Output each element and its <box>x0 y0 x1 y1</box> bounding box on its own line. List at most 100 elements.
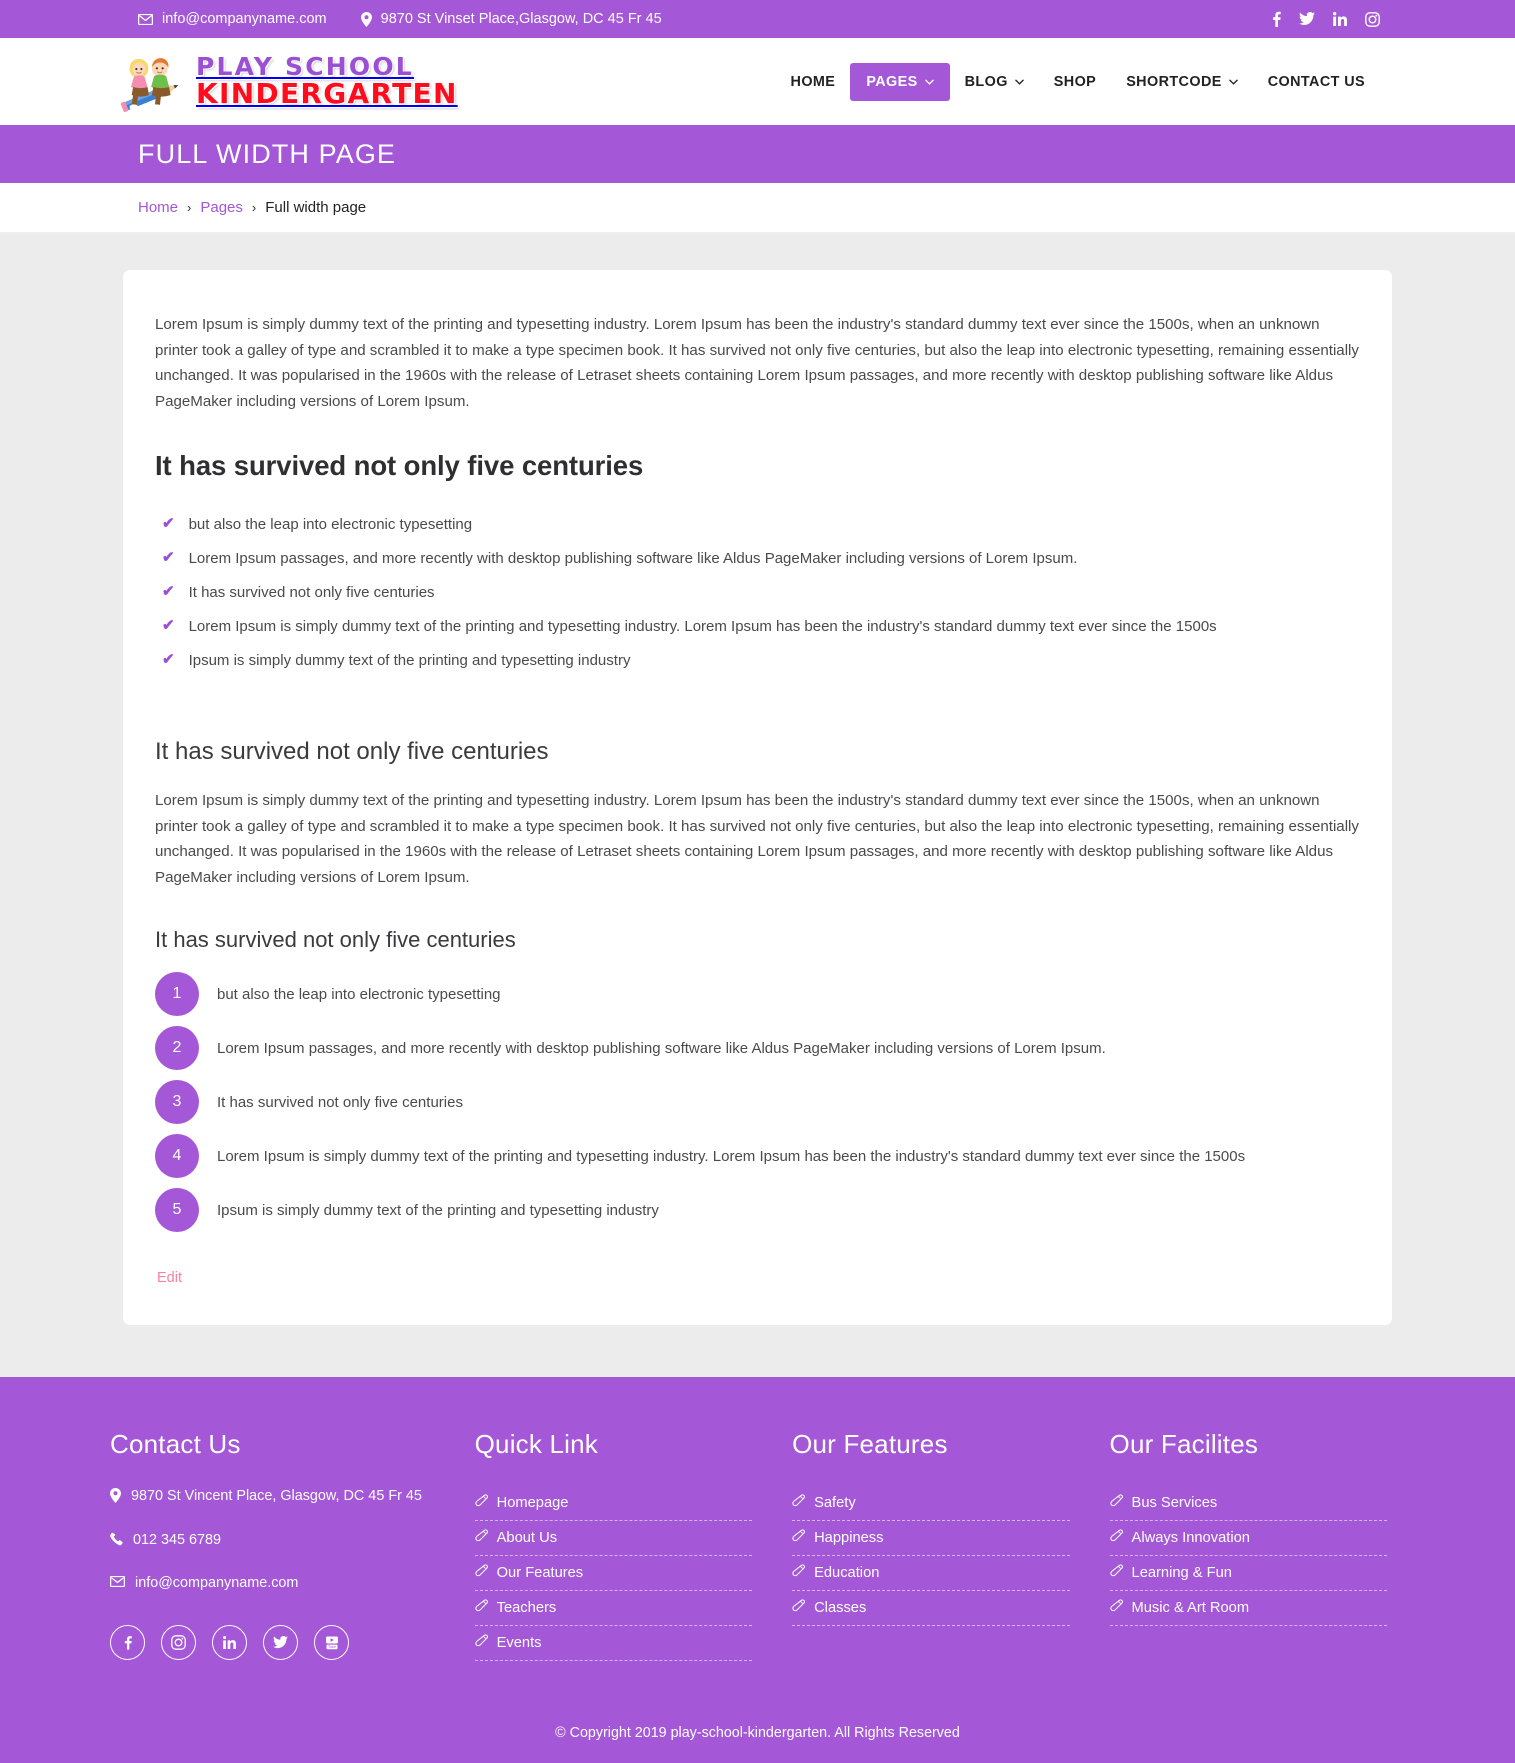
pencil-icon <box>792 1529 806 1546</box>
instagram-icon[interactable] <box>161 1625 196 1660</box>
footer-link-text: Music & Art Room <box>1131 1599 1250 1616</box>
footer-link-classes[interactable]: Classes <box>792 1591 1069 1625</box>
list-item-text: but also the leap into electronic typese… <box>217 985 501 1003</box>
list-item: ✔ Ipsum is simply dummy text of the prin… <box>155 644 1360 678</box>
footer-link-homepage[interactable]: Homepage <box>475 1486 752 1520</box>
facebook-icon[interactable] <box>1272 11 1281 27</box>
list-item-text: but also the leap into electronic typese… <box>188 516 473 533</box>
top-bar-social-links <box>1272 11 1380 27</box>
site-header: PLAY SCHOOL KINDERGARTEN HOME PAGES BLOG… <box>0 38 1515 125</box>
footer-link-text: Events <box>496 1634 542 1651</box>
breadcrumb-separator-icon: › <box>251 200 257 215</box>
pencil-icon <box>475 1564 488 1581</box>
nav-label-home: HOME <box>790 73 836 90</box>
footer-link-education[interactable]: Education <box>792 1556 1069 1590</box>
nav-item-contact-us[interactable]: CONTACT US <box>1253 64 1380 100</box>
nav-item-pages[interactable]: PAGES <box>850 62 950 101</box>
instagram-icon[interactable] <box>1365 11 1380 27</box>
list-item: Always Innovation <box>1109 1521 1387 1556</box>
linkedin-icon[interactable] <box>1333 12 1347 26</box>
footer-link-our-features[interactable]: Our Features <box>475 1556 752 1590</box>
footer-link-text: Always Innovation <box>1131 1529 1250 1546</box>
nav-item-home[interactable]: HOME <box>776 64 851 100</box>
footer-link-safety[interactable]: Safety <box>792 1486 1069 1520</box>
footer-our-features-list: Safety Happiness Education Classes <box>792 1486 1070 1626</box>
page-title: FULL WIDTH PAGE <box>138 138 397 169</box>
list-item: Our Features <box>474 1556 753 1591</box>
list-item-text: It has survived not only five centuries <box>217 1093 463 1111</box>
footer-email-text: info@companyname.com <box>135 1575 299 1591</box>
top-bar-address: 9870 St Vinset Place,Glasgow, DC 45 Fr 4… <box>360 11 662 27</box>
check-icon: ✔ <box>162 617 175 634</box>
list-item-text: Ipsum is simply dummy text of the printi… <box>188 652 631 669</box>
main-content-area: Lorem Ipsum is simply dummy text of the … <box>0 233 1515 1377</box>
phone-icon <box>110 1530 123 1552</box>
nav-item-shortcode[interactable]: SHORTCODE <box>1111 64 1253 100</box>
site-logo[interactable]: PLAY SCHOOL KINDERGARTEN <box>118 51 458 113</box>
footer-link-teachers[interactable]: Teachers <box>475 1591 752 1625</box>
twitter-icon[interactable] <box>1299 12 1315 26</box>
chevron-down-icon <box>924 75 934 85</box>
pencil-icon <box>792 1564 806 1581</box>
number-badge: 2 <box>155 1026 199 1070</box>
edit-link[interactable]: Edit <box>157 1270 182 1286</box>
nav-item-blog[interactable]: BLOG <box>950 64 1039 100</box>
list-item: Music & Art Room <box>1109 1591 1387 1626</box>
list-item-text: Lorem Ipsum is simply dummy text of the … <box>217 1147 1246 1165</box>
footer-link-events[interactable]: Events <box>475 1626 752 1660</box>
footer-link-learning-and-fun[interactable]: Learning & Fun <box>1109 1556 1387 1590</box>
footer-link-bus-services[interactable]: Bus Services <box>1109 1486 1387 1520</box>
list-item-text: Lorem Ipsum passages, and more recently … <box>217 1039 1106 1057</box>
pencil-icon <box>475 1599 488 1616</box>
footer-link-text: Teachers <box>496 1599 557 1616</box>
section-heading-3: It has survived not only five centuries <box>155 927 516 952</box>
footer-social-links: Tube <box>110 1625 435 1660</box>
number-badge: 3 <box>155 1080 199 1124</box>
top-bar-email[interactable]: info@companyname.com <box>138 11 327 27</box>
footer-email[interactable]: info@companyname.com <box>109 1573 435 1593</box>
breadcrumb-link-home[interactable]: Home <box>138 199 178 216</box>
breadcrumb-link-pages[interactable]: Pages <box>200 199 243 216</box>
pencil-icon <box>1109 1599 1123 1616</box>
footer-link-text: Safety <box>814 1494 856 1511</box>
footer-link-text: Learning & Fun <box>1131 1564 1232 1581</box>
footer-heading-contact: Contact Us <box>110 1429 241 1459</box>
copyright-text: © Copyright 2019 play-school-kindergarte… <box>555 1725 960 1741</box>
footer-link-about-us[interactable]: About Us <box>475 1521 752 1555</box>
youtube-icon[interactable]: Tube <box>314 1625 349 1660</box>
list-item-text: Lorem Ipsum passages, and more recently … <box>188 550 1078 567</box>
footer-link-happiness[interactable]: Happiness <box>792 1521 1069 1555</box>
list-item-text: Ipsum is simply dummy text of the printi… <box>217 1201 659 1219</box>
footer-our-facilities-list: Bus Services Always Innovation Learning … <box>1109 1486 1387 1626</box>
map-pin-icon <box>360 11 372 27</box>
svg-text:Tube: Tube <box>327 1645 335 1649</box>
second-paragraph: Lorem Ipsum is simply dummy text of the … <box>155 792 1359 886</box>
linkedin-icon[interactable] <box>212 1625 247 1660</box>
facebook-icon[interactable] <box>110 1625 145 1660</box>
footer-column-quick-link: Quick Link Homepage About Us Our Feature… <box>474 1429 770 1661</box>
logo-line-play-school: PLAY SCHOOL <box>196 51 414 81</box>
breadcrumb: Home › Pages › Full width page <box>0 183 1515 233</box>
list-item: ✔ but also the leap into electronic type… <box>155 508 1360 542</box>
footer-phone-text: 012 345 6789 <box>133 1532 222 1548</box>
top-bar-address-text: 9870 St Vinset Place,Glasgow, DC 45 Fr 4… <box>380 11 662 27</box>
pencil-icon <box>792 1599 806 1616</box>
footer-address: 9870 St Vincent Place, Glasgow, DC 45 Fr… <box>110 1486 435 1509</box>
numbered-list: 1 but also the leap into electronic type… <box>155 967 1360 1237</box>
pencil-icon <box>475 1529 488 1546</box>
map-pin-icon <box>110 1486 121 1509</box>
footer-link-music-and-art-room[interactable]: Music & Art Room <box>1109 1591 1387 1625</box>
section-heading-1: It has survived not only five centuries <box>155 450 644 481</box>
footer-link-text: Homepage <box>496 1494 569 1511</box>
footer-phone[interactable]: 012 345 6789 <box>110 1530 435 1552</box>
footer-link-always-innovation[interactable]: Always Innovation <box>1109 1521 1387 1555</box>
footer-link-text: About Us <box>496 1529 558 1546</box>
twitter-icon[interactable] <box>263 1625 298 1660</box>
footer-link-text: Education <box>814 1564 880 1581</box>
list-item: Homepage <box>474 1486 753 1521</box>
footer-heading-quick-link: Quick Link <box>474 1429 599 1459</box>
list-item: Bus Services <box>1109 1486 1387 1521</box>
list-item: Teachers <box>474 1591 753 1626</box>
nav-item-shop[interactable]: SHOP <box>1039 64 1111 100</box>
envelope-icon <box>109 1573 126 1593</box>
